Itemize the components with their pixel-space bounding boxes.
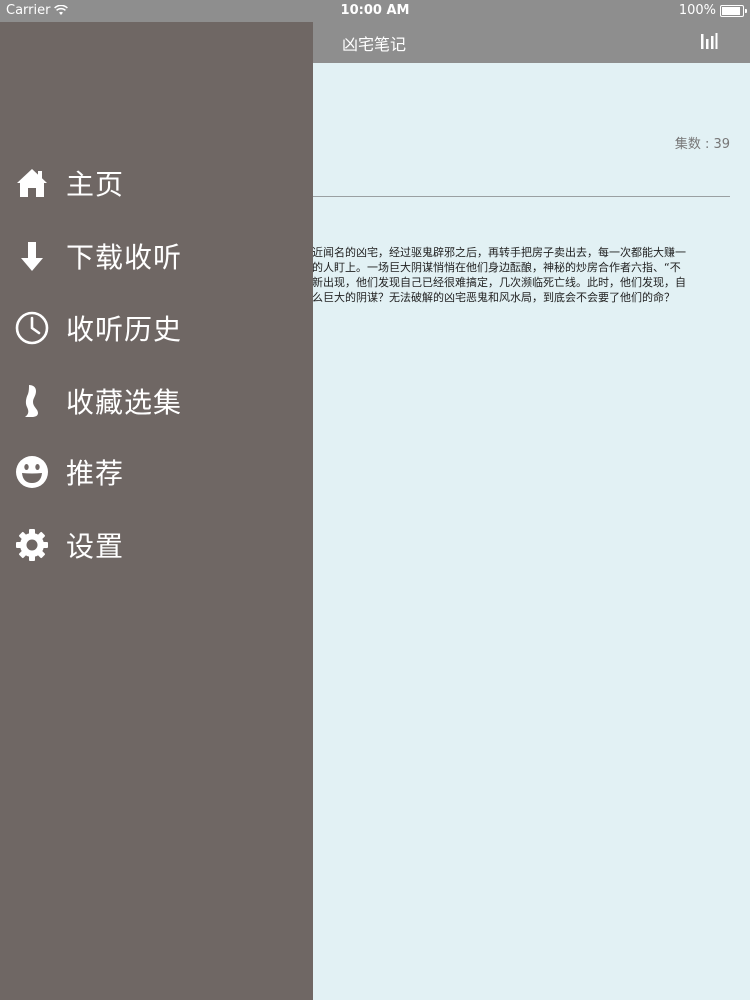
menu-item-favorites[interactable]: 收藏选集 — [0, 371, 313, 431]
description-line: 的人盯上。一场巨大阴谋悄悄在他们身边酝酿，神秘的炒房合作者六指、“不 — [312, 261, 681, 274]
menu-item-recommend[interactable]: 推荐 — [0, 442, 313, 502]
clock-icon — [15, 311, 49, 345]
status-right: 100% — [678, 3, 747, 18]
home-icon — [15, 166, 49, 200]
ribbon-icon — [15, 384, 49, 418]
bar-chart-icon[interactable] — [700, 32, 718, 50]
menu-item-history[interactable]: 收听历史 — [0, 298, 313, 358]
status-bar: Carrier 10:00 AM 100% — [0, 0, 750, 22]
episode-count: 集数 : 39 — [674, 137, 730, 152]
battery-percent: 100% — [678, 3, 716, 18]
menu-item-settings[interactable]: 设置 — [0, 515, 313, 575]
album-description: 近闻名的凶宅，经过驱鬼辟邪之后，再转手把房子卖出去，每一次都能大赚一 的人盯上。… — [312, 245, 712, 305]
menu-item-label: 收听历史 — [66, 313, 183, 346]
menu-item-label: 下载收听 — [66, 241, 183, 274]
menu-item-label: 主页 — [66, 168, 125, 201]
page-title: 凶宅笔记 — [342, 35, 407, 54]
status-time: 10:00 AM — [340, 3, 410, 18]
smiley-icon — [15, 455, 49, 489]
menu-item-label: 收藏选集 — [66, 386, 183, 419]
menu-item-label: 设置 — [66, 530, 125, 563]
menu-item-home[interactable]: 主页 — [0, 153, 313, 213]
battery-level — [722, 6, 740, 15]
download-arrow-icon — [15, 239, 49, 273]
description-line: 近闻名的凶宅，经过驱鬼辟邪之后，再转手把房子卖出去，每一次都能大赚一 — [312, 246, 686, 259]
gear-icon — [15, 528, 49, 562]
description-line: 么巨大的阴谋？无法破解的凶宅恶鬼和风水局，到底会不会要了他们的命？ — [312, 291, 675, 304]
battery-icon — [720, 4, 747, 17]
description-line: 新出现，他们发现自己已经很难搞定，几次濒临死亡线。此时，他们发现，自 — [312, 276, 686, 289]
menu-item-downloads[interactable]: 下载收听 — [0, 226, 313, 286]
menu-item-label: 推荐 — [66, 457, 125, 490]
side-drawer: 主页 下载收听 收听历史 收藏选集 推荐 设置 — [0, 0, 313, 1000]
